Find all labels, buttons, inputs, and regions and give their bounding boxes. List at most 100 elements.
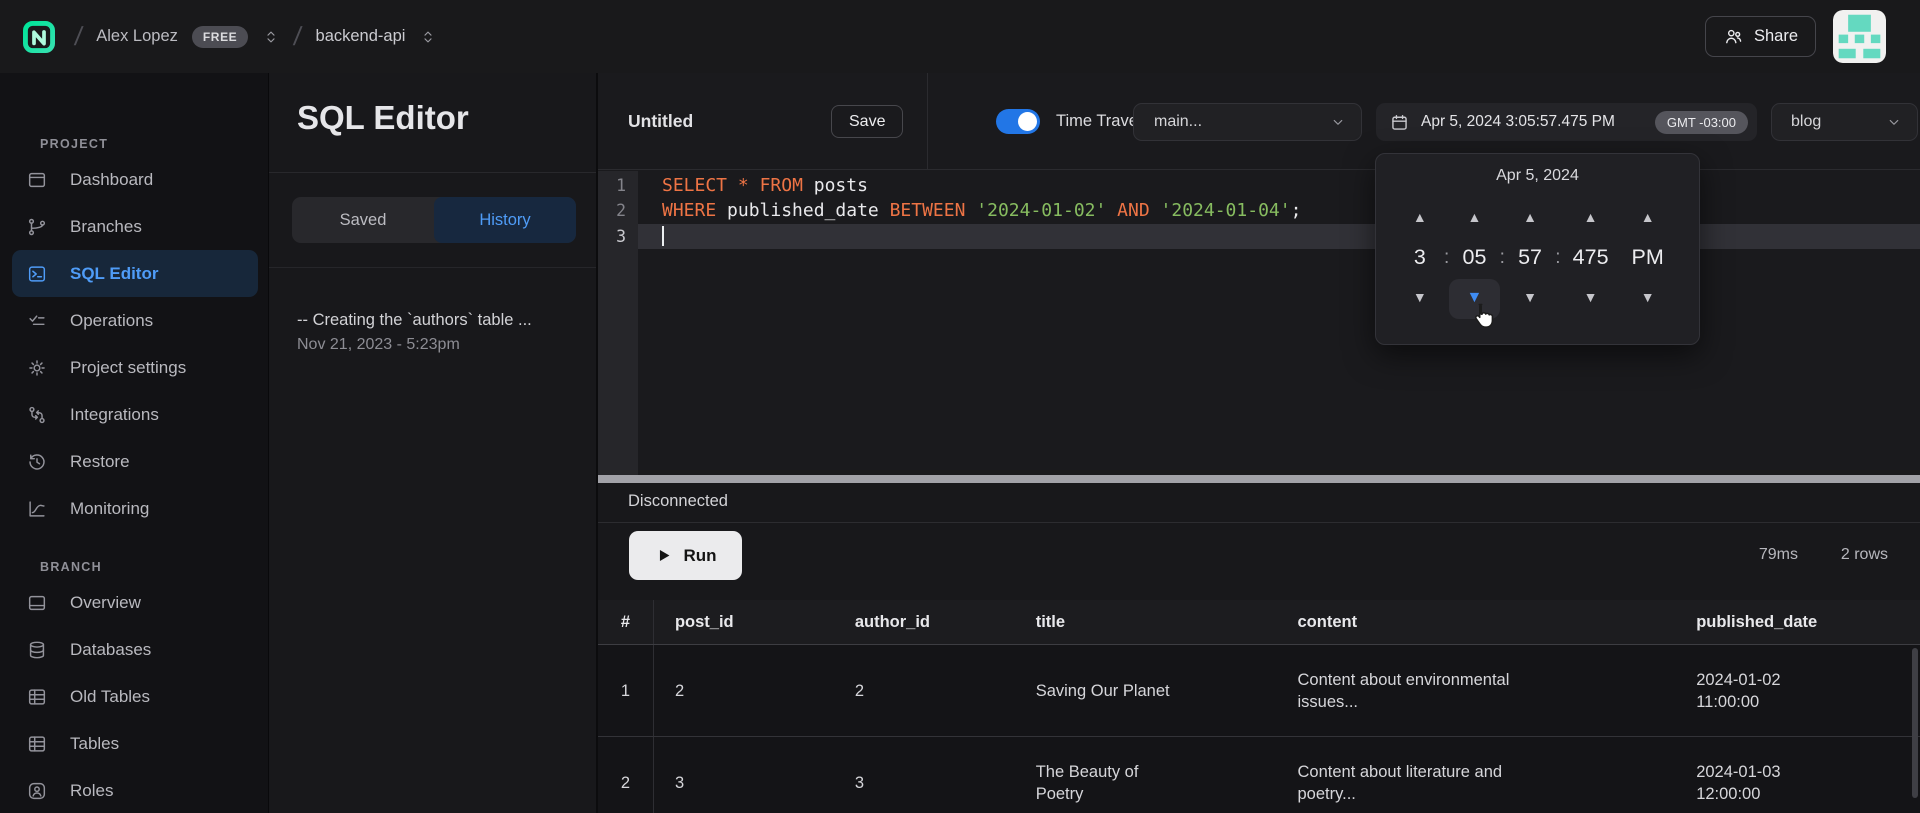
sidebar-item-old-tables[interactable]: Old Tables	[12, 673, 258, 720]
sql-text	[1106, 198, 1117, 223]
table-cell: 2	[834, 645, 1015, 736]
code-lines: SELECT * FROM postsWHERE published_date …	[638, 171, 1920, 475]
org-switcher-chevrons-icon[interactable]	[262, 28, 280, 46]
table-row: 122Saving Our PlanetContent about enviro…	[598, 645, 1920, 737]
time-travel-toggle[interactable]	[996, 109, 1040, 134]
sql-text	[727, 173, 738, 198]
breadcrumb-slash: /	[292, 21, 304, 52]
increment-second-button[interactable]: ▲	[1507, 200, 1553, 235]
sidebar-item-branches[interactable]: Branches	[12, 203, 258, 250]
time-value-meridiem: PM	[1618, 235, 1677, 280]
sidebar-section-label: BRANCH	[40, 560, 268, 574]
tab-history[interactable]: History	[434, 197, 576, 243]
org-name[interactable]: Alex Lopez	[96, 27, 178, 46]
sidebar-item-overview[interactable]: Overview	[12, 579, 258, 626]
line-number: 2	[598, 198, 638, 223]
code-line: WHERE published_date BETWEEN '2024-01-02…	[638, 198, 1920, 223]
project-switcher-chevrons-icon[interactable]	[419, 28, 437, 46]
sidebar-item-label: Roles	[70, 781, 113, 801]
sidebar-item-monitoring[interactable]: Monitoring	[12, 485, 258, 532]
increment-meridiem-button[interactable]: ▲	[1618, 200, 1677, 235]
results-table: #post_idauthor_idtitlecontentpublished_d…	[598, 600, 1920, 813]
sql-editor-icon	[26, 263, 48, 285]
output-section: Disconnected Run 79ms 2 rows #post_idaut…	[598, 483, 1920, 813]
results-scrollbar[interactable]	[1912, 648, 1918, 798]
time-value-minute: 05	[1452, 235, 1498, 280]
decrement-second-button[interactable]: ▼	[1507, 280, 1553, 315]
sidebar: PROJECT DashboardBranchesSQL EditorOperat…	[0, 73, 269, 813]
sidebar-section-project: PROJECT DashboardBranchesSQL EditorOperat…	[0, 73, 268, 532]
column-header-author-id: author_id	[834, 600, 1015, 644]
page-title: SQL Editor	[297, 99, 469, 137]
sidebar-item-label: Restore	[70, 452, 130, 472]
connection-status-row: Disconnected	[598, 483, 1920, 523]
decrement-meridiem-button[interactable]: ▼	[1618, 280, 1677, 315]
time-travel-label: Time Travel	[1056, 73, 1142, 170]
sidebar-item-databases[interactable]: Databases	[12, 626, 258, 673]
sidebar-section-label: PROJECT	[40, 137, 268, 151]
popup-date-label: Apr 5, 2024	[1376, 167, 1699, 185]
dashboard-icon	[26, 169, 48, 191]
breadcrumb: / Alex Lopez FREE / backend-api	[17, 15, 437, 59]
save-button[interactable]: Save	[831, 105, 903, 138]
toggle-knob	[1018, 112, 1037, 131]
line-number: 3	[598, 224, 638, 249]
decrement-hour-button[interactable]: ▼	[1398, 280, 1442, 315]
history-query-preview: -- Creating the `authors` table ...	[297, 311, 569, 330]
sidebar-item-tables[interactable]: Tables	[12, 720, 258, 767]
time-column-second: ▲57▼	[1507, 200, 1553, 318]
sidebar-item-dashboard[interactable]: Dashboard	[12, 156, 258, 203]
sidebar-item-label: Tables	[70, 734, 119, 754]
datetime-picker-button[interactable]: Apr 5, 2024 3:05:57.475 PM GMT -03:00	[1376, 103, 1757, 141]
table-row: 233The Beauty of PoetryContent about lit…	[598, 737, 1920, 813]
project-name[interactable]: backend-api	[316, 27, 406, 46]
sidebar-item-restore[interactable]: Restore	[12, 438, 258, 485]
branch-select[interactable]: main...	[1133, 103, 1362, 141]
sidebar-item-operations[interactable]: Operations	[12, 297, 258, 344]
query-panel: Untitled Save Time Travel main... Apr 5,…	[597, 73, 1920, 813]
sql-keyword: SELECT	[662, 173, 727, 198]
sidebar-item-roles[interactable]: Roles	[12, 767, 258, 813]
sql-keyword: WHERE	[662, 198, 716, 223]
table-cell: 2	[654, 645, 834, 736]
history-timestamp: Nov 21, 2023 - 5:23pm	[297, 336, 569, 354]
table-icon	[26, 733, 48, 755]
increment-hour-button[interactable]: ▲	[1398, 200, 1442, 235]
gear-icon	[26, 357, 48, 379]
sql-keyword: BETWEEN	[890, 198, 966, 223]
restore-icon	[26, 451, 48, 473]
time-separator: :	[1442, 200, 1452, 245]
panel-resizer-handle[interactable]	[598, 475, 1920, 483]
tab-saved[interactable]: Saved	[292, 197, 434, 243]
chevron-down-icon	[1329, 113, 1347, 131]
table-cell: Content about literature and poetry...	[1277, 737, 1676, 813]
increment-minute-button[interactable]: ▲	[1452, 200, 1498, 235]
time-column-meridiem: ▲PM▼	[1618, 200, 1677, 318]
increment-millisecond-button[interactable]: ▲	[1563, 200, 1619, 235]
database-select[interactable]: blog	[1771, 103, 1918, 141]
code-line: SELECT * FROM posts	[638, 173, 1920, 198]
calendar-icon	[1389, 112, 1410, 133]
table-cell: 3	[834, 737, 1015, 813]
divider	[269, 267, 596, 268]
sidebar-item-label: Old Tables	[70, 687, 150, 707]
table-cell: Content about environmental issues...	[1277, 645, 1676, 736]
line-number: 1	[598, 173, 638, 198]
run-button[interactable]: Run	[629, 531, 742, 580]
history-list-item[interactable]: -- Creating the `authors` table ... Nov 2…	[297, 311, 569, 354]
sql-text	[749, 173, 760, 198]
decrement-millisecond-button[interactable]: ▼	[1563, 280, 1619, 315]
saved-history-tabs: SavedHistory	[292, 197, 576, 243]
decrement-minute-button[interactable]: ▼	[1449, 279, 1501, 319]
neon-logo[interactable]	[17, 15, 61, 59]
sidebar-item-label: Overview	[70, 593, 141, 613]
column-header--: #	[598, 600, 654, 644]
avatar[interactable]	[1833, 10, 1886, 63]
sql-code-editor[interactable]: 123 SELECT * FROM postsWHERE published_d…	[598, 171, 1920, 475]
line-number-gutter: 123	[598, 171, 638, 475]
share-button[interactable]: Share	[1705, 16, 1816, 57]
sidebar-item-project-settings[interactable]: Project settings	[12, 344, 258, 391]
sidebar-item-sql-editor[interactable]: SQL Editor	[12, 250, 258, 297]
time-spinner: ▲3▼:▲05▼:▲57▼:▲475▼▲PM▼	[1398, 200, 1677, 318]
sidebar-item-integrations[interactable]: Integrations	[12, 391, 258, 438]
